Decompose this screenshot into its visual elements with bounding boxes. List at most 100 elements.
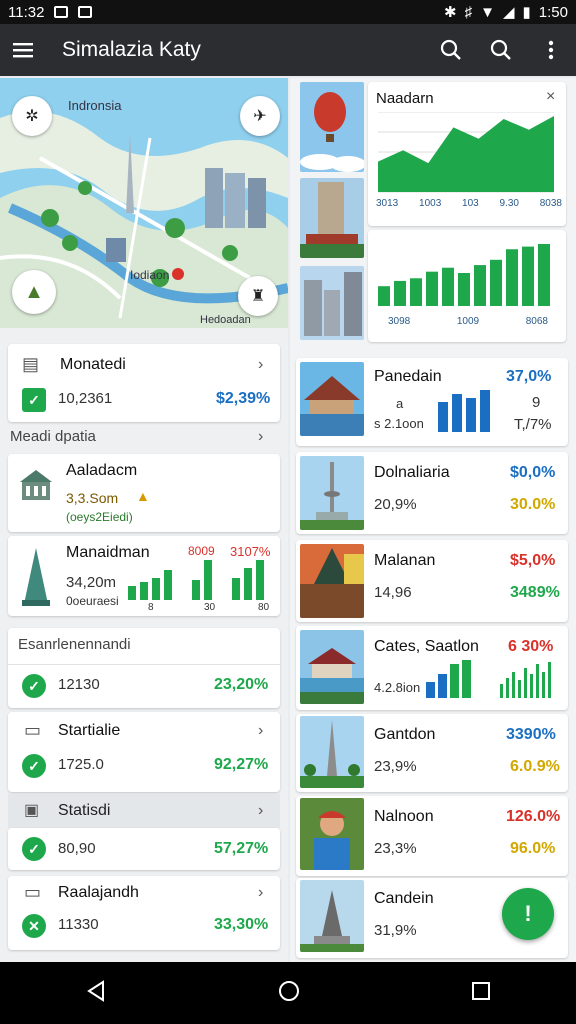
item-value: 20,9% <box>374 496 417 513</box>
search-button[interactable] <box>426 24 476 76</box>
statisdi-header[interactable]: ▣ Statisdi › <box>8 794 280 828</box>
item-name: Malanan <box>374 552 436 569</box>
list-item[interactable]: Nalnoon 126.0% 23,3% 96.0% <box>296 796 568 876</box>
row-percent: 33,30% <box>214 916 269 933</box>
recents-icon <box>471 981 490 1000</box>
check-circle-icon: ✓ <box>22 674 46 698</box>
search-icon <box>440 39 461 60</box>
chart-bar <box>542 672 545 698</box>
card-sub: (oeys2Eiedi) <box>66 510 133 524</box>
list-item[interactable]: Panedain 37,0% a s 2.1oon 9 T,/7% <box>296 358 568 446</box>
tower-thumbnail[interactable] <box>300 178 364 258</box>
tick-label: 3013 <box>376 198 399 209</box>
chart-bar <box>538 243 550 306</box>
monitor-card[interactable]: ▤ Monatedi › ✓ 10,2361 $2,39% <box>8 344 280 422</box>
map-locate-button[interactable]: ✈ <box>240 96 280 136</box>
map-building-button[interactable]: ♜ <box>238 276 278 316</box>
chart-bar <box>506 249 518 306</box>
chevron-right-icon[interactable]: › <box>258 428 263 446</box>
close-icon[interactable]: × <box>546 88 555 106</box>
item-percent-2: 3489% <box>510 584 560 601</box>
app-bar: Simalazia Katy <box>0 24 576 76</box>
list-item[interactable]: Malanan $5,0% 14,96 3489% <box>296 540 568 622</box>
item-name: Nalnoon <box>374 808 434 825</box>
list-item[interactable]: Dolnaliaria $0,0% 20,9% 30.0% <box>296 452 568 534</box>
signal-icon: ◢ <box>502 4 515 21</box>
item-red-value: s 2.1oon <box>374 416 424 431</box>
hamburger-icon <box>13 43 33 58</box>
search-icon <box>490 39 511 60</box>
section-label: Esanrlenennandi <box>18 636 131 653</box>
skyscraper-thumbnail[interactable] <box>300 266 364 340</box>
area-series <box>378 116 554 192</box>
chart-bar <box>548 662 551 698</box>
balloon-thumbnail[interactable] <box>300 82 364 172</box>
building-card[interactable]: Aaladacm 3,3.Som ▲ (oeys2Eiedi) <box>8 454 280 532</box>
item-percent: 6 30% <box>508 638 554 655</box>
summary-card[interactable]: Esanrlenennandi ✓ 12130 23,20% <box>8 628 280 708</box>
tick-label: 1003 <box>419 198 442 209</box>
raalajandh-card[interactable]: ▭ Raalajandh › ✕ 11330 33,30% <box>8 876 280 950</box>
tick-label: 1009 <box>456 316 480 327</box>
bluetooth-icon: ✱ <box>444 4 457 21</box>
item-value-2: 9 <box>532 394 541 411</box>
startialie-card[interactable]: ▭ Startialie › ✓ 1725.0 92,27% <box>8 712 280 792</box>
back-button[interactable] <box>85 979 107 1007</box>
chart-bar <box>512 672 515 698</box>
home-button[interactable] <box>278 980 300 1007</box>
tower-thumbnail <box>300 456 364 530</box>
row-value: 80,90 <box>58 840 96 857</box>
list-item[interactable]: Gantdon 3390% 23,9% 6.0.9% <box>296 714 568 792</box>
map-landmark-button[interactable]: ▲ <box>12 270 56 314</box>
card-name: Aaladacm <box>66 462 138 479</box>
city-map[interactable]: Indronsia Iodiaon Hedoadan ✲ ✈ ▲ ♜ <box>0 78 288 328</box>
temple-thumbnail <box>300 880 364 952</box>
search-button-2[interactable] <box>476 24 526 76</box>
chevron-right-icon: › <box>258 884 264 901</box>
chart-bar <box>410 278 422 306</box>
card-value: 34,20m <box>66 574 117 591</box>
briefcase-icon: ▭ <box>24 882 42 902</box>
building-icon: ♜ <box>250 288 266 305</box>
divider <box>8 664 280 665</box>
area-chart <box>378 112 554 193</box>
compass-icon: ✲ <box>25 108 39 125</box>
statisdi-card[interactable]: ✓ 80,90 57,27% <box>8 828 280 870</box>
tick-label: 30 <box>204 602 216 613</box>
map-layers-button[interactable]: ✲ <box>12 96 52 136</box>
system-nav-bar <box>0 962 576 1024</box>
item-percent: 3390% <box>506 726 556 743</box>
tick-label: 8 <box>148 602 154 613</box>
home-icon <box>278 980 299 1001</box>
add-fab-button[interactable]: ! <box>502 888 554 940</box>
list-item[interactable]: Cates, Saatlon 6 30% 4.2.8ion <box>296 626 568 710</box>
chart-bar <box>426 271 438 306</box>
row-value: 1725.0 <box>58 756 104 773</box>
chart-bar <box>518 680 521 698</box>
wifi-icon: ▼ <box>480 3 495 21</box>
chevron-right-icon: › <box>258 356 264 373</box>
chart-ticks: 3098 1009 8068 <box>388 316 548 327</box>
chevron-right-icon: › <box>258 722 264 739</box>
line-chart-card[interactable]: Naadarn × 3013 1003 103 9.30 8038 <box>368 82 566 226</box>
person-thumbnail <box>300 798 364 870</box>
menu-button[interactable] <box>0 24 46 76</box>
tower-card[interactable]: Manaidman 8009 3107% 34,20m 0oeuraesi 8 … <box>8 536 280 616</box>
back-icon <box>87 979 105 1002</box>
recents-button[interactable] <box>471 981 491 1006</box>
chart-bar <box>140 582 148 600</box>
overflow-menu-button[interactable] <box>526 24 576 76</box>
chart-bar <box>530 674 533 698</box>
item-value: 23,9% <box>374 758 417 775</box>
card-name: Statisdi <box>58 802 111 819</box>
card-name: Monatedi <box>60 356 126 373</box>
item-name: Panedain <box>374 368 442 385</box>
bar-chart-card[interactable]: 3098 1009 8068 <box>368 230 566 342</box>
map-label-area: Hedoadan <box>200 314 251 326</box>
battery-icon: ▮ <box>522 4 531 21</box>
check-circle-icon: ✓ <box>22 754 46 778</box>
bar-chart <box>378 243 550 306</box>
item-value: 23,3% <box>374 840 417 857</box>
chart-bar <box>500 684 503 698</box>
row-percent: 92,27% <box>214 756 269 773</box>
